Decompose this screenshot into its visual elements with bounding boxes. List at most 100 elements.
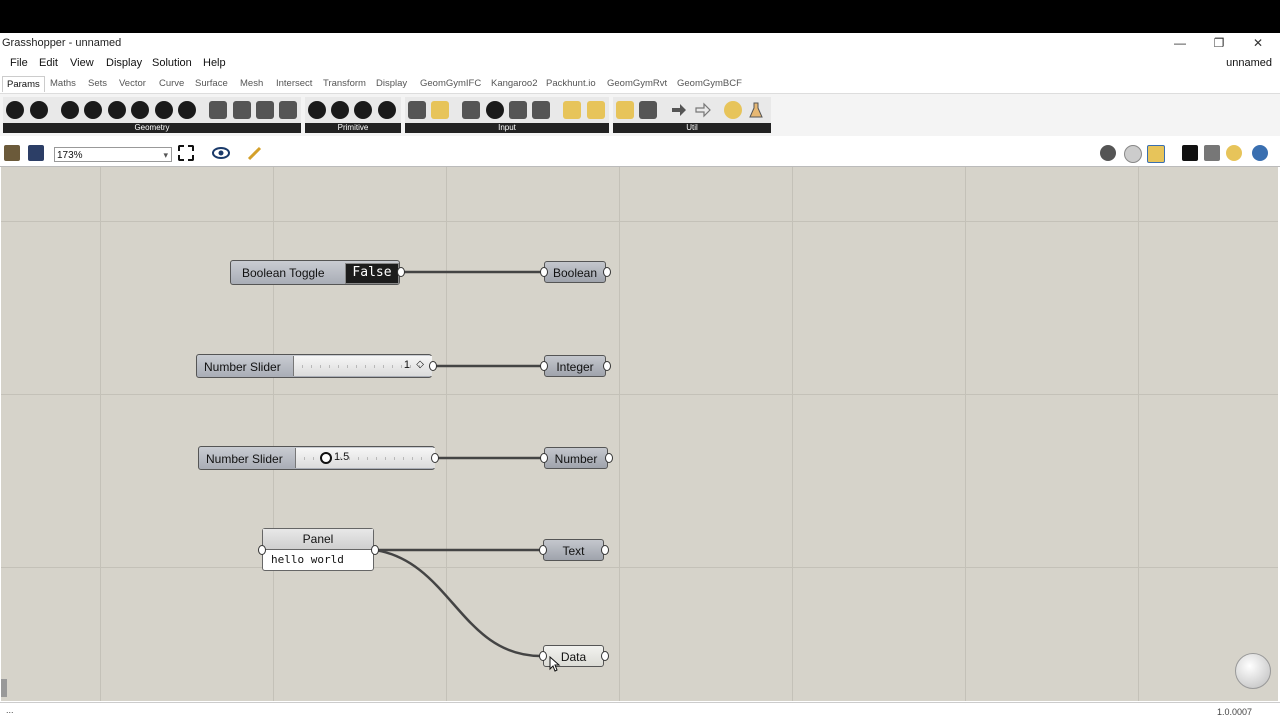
integer-slider-node[interactable]: Number Slider 1 ◇ <box>196 354 432 378</box>
ribbon-group-label[interactable]: Util <box>613 123 771 133</box>
restore-button[interactable]: ❐ <box>1209 35 1229 51</box>
slider-handle-icon[interactable] <box>320 452 332 464</box>
preview-selected-icon[interactable] <box>1182 145 1198 161</box>
cluster-icon[interactable] <box>616 101 634 119</box>
ribbon-group-label[interactable]: Input <box>405 123 609 133</box>
preview-off-icon[interactable] <box>1100 145 1116 161</box>
tab-curve[interactable]: Curve <box>159 78 184 89</box>
text-param-node[interactable]: Text <box>543 539 604 561</box>
wire-data[interactable] <box>374 548 542 658</box>
tab-mesh[interactable]: Mesh <box>240 78 263 89</box>
slider-icon[interactable] <box>509 101 527 119</box>
gradient-icon[interactable] <box>431 101 449 119</box>
tab-display[interactable]: Display <box>376 78 407 89</box>
output-grip[interactable] <box>601 651 609 661</box>
geometry-icon[interactable] <box>6 101 24 119</box>
minimize-button[interactable]: — <box>1170 35 1190 51</box>
tab-maths[interactable]: Maths <box>50 78 76 89</box>
boolean-toggle-value[interactable]: False <box>345 263 399 284</box>
close-button[interactable]: ✕ <box>1248 35 1268 51</box>
arc-icon[interactable] <box>131 101 149 119</box>
boolean-param-icon[interactable] <box>308 101 326 119</box>
galapagos-icon[interactable] <box>724 101 742 119</box>
input-grip[interactable] <box>540 267 548 277</box>
tab-transform[interactable]: Transform <box>323 78 366 89</box>
mesh-icon[interactable] <box>233 101 251 119</box>
input-grip[interactable] <box>540 361 548 371</box>
brep-icon[interactable] <box>178 101 196 119</box>
import-icon[interactable] <box>408 101 426 119</box>
menu-edit[interactable]: Edit <box>39 57 58 69</box>
number-slider-track[interactable]: 1.5 <box>295 448 435 468</box>
colour-swatch-icon[interactable] <box>587 101 605 119</box>
scroll-handle[interactable] <box>1 679 7 697</box>
circle-icon[interactable] <box>61 101 79 119</box>
tab-vector[interactable]: Vector <box>119 78 146 89</box>
relay-arrow-icon[interactable] <box>670 101 688 119</box>
eye-icon[interactable] <box>212 145 230 161</box>
output-grip[interactable] <box>429 361 437 371</box>
preview-shaded-icon[interactable] <box>1147 145 1165 163</box>
preview-quality-icon[interactable] <box>1226 145 1242 161</box>
input-grip[interactable] <box>540 453 548 463</box>
number-slider-node[interactable]: Number Slider 1.5 <box>198 446 435 470</box>
integer-param-icon[interactable] <box>331 101 349 119</box>
line-icon[interactable] <box>84 101 102 119</box>
output-grip[interactable] <box>601 545 609 555</box>
tab-geomgymifc[interactable]: GeomGymIFC <box>420 78 481 89</box>
tab-intersect[interactable]: Intersect <box>276 78 312 89</box>
text-param-icon[interactable] <box>378 101 396 119</box>
toggle-icon[interactable] <box>462 101 480 119</box>
tab-kangaroo2[interactable]: Kangaroo2 <box>491 78 537 89</box>
button-icon[interactable] <box>486 101 504 119</box>
field-icon[interactable] <box>256 101 274 119</box>
slider-handle-icon[interactable]: ◇ <box>416 359 424 370</box>
open-file-icon[interactable] <box>4 145 20 161</box>
tab-geomgymrvt[interactable]: GeomGymRvt <box>607 78 667 89</box>
flask-icon[interactable] <box>747 101 765 119</box>
group-icon[interactable] <box>279 101 297 119</box>
number-param-node[interactable]: Number <box>544 447 608 469</box>
number-param-icon[interactable] <box>354 101 372 119</box>
menu-file[interactable]: File <box>10 57 28 69</box>
canvas-compass-icon[interactable] <box>1235 653 1271 689</box>
point-icon[interactable] <box>30 101 48 119</box>
input-grip[interactable] <box>539 545 547 555</box>
output-grip[interactable] <box>371 545 379 555</box>
surface-icon[interactable] <box>155 101 173 119</box>
preview-mesh-icon[interactable] <box>1204 145 1220 161</box>
save-file-icon[interactable] <box>28 145 44 161</box>
menu-help[interactable]: Help <box>203 57 226 69</box>
tab-packhunt[interactable]: Packhunt.io <box>546 78 596 89</box>
integer-slider-track[interactable]: 1 ◇ <box>293 356 432 376</box>
tab-sets[interactable]: Sets <box>88 78 107 89</box>
tab-surface[interactable]: Surface <box>195 78 228 89</box>
output-grip[interactable] <box>397 267 405 277</box>
zoom-extents-icon[interactable] <box>178 145 194 161</box>
ribbon-group-label[interactable]: Primitive <box>305 123 401 133</box>
grasshopper-canvas[interactable]: Boolean Toggle False Number Slider 1 ◇ N… <box>1 167 1278 701</box>
output-grip[interactable] <box>431 453 439 463</box>
panel-node[interactable]: Panel hello world <box>262 528 374 571</box>
output-grip[interactable] <box>605 453 613 463</box>
jump-arrow-icon[interactable] <box>694 101 712 119</box>
integer-param-node[interactable]: Integer <box>544 355 606 377</box>
menu-view[interactable]: View <box>70 57 94 69</box>
graph-mapper-icon[interactable] <box>563 101 581 119</box>
preview-wireframe-icon[interactable] <box>1124 145 1142 163</box>
boolean-toggle-node[interactable]: Boolean Toggle False <box>230 260 400 285</box>
output-grip[interactable] <box>603 267 611 277</box>
panel-icon[interactable] <box>532 101 550 119</box>
input-grip[interactable] <box>539 651 547 661</box>
output-grip[interactable] <box>603 361 611 371</box>
input-grip[interactable] <box>258 545 266 555</box>
ribbon-group-label[interactable]: Geometry <box>3 123 301 133</box>
zoom-select[interactable]: 173% ▾ <box>54 147 172 162</box>
tab-params[interactable]: Params <box>2 76 45 92</box>
panel-text[interactable]: hello world <box>271 553 344 566</box>
menu-display[interactable]: Display <box>106 57 142 69</box>
menu-solution[interactable]: Solution <box>152 57 192 69</box>
curve-icon[interactable] <box>108 101 126 119</box>
tab-geomgymbcf[interactable]: GeomGymBCF <box>677 78 742 89</box>
sketch-pen-icon[interactable] <box>246 145 262 161</box>
